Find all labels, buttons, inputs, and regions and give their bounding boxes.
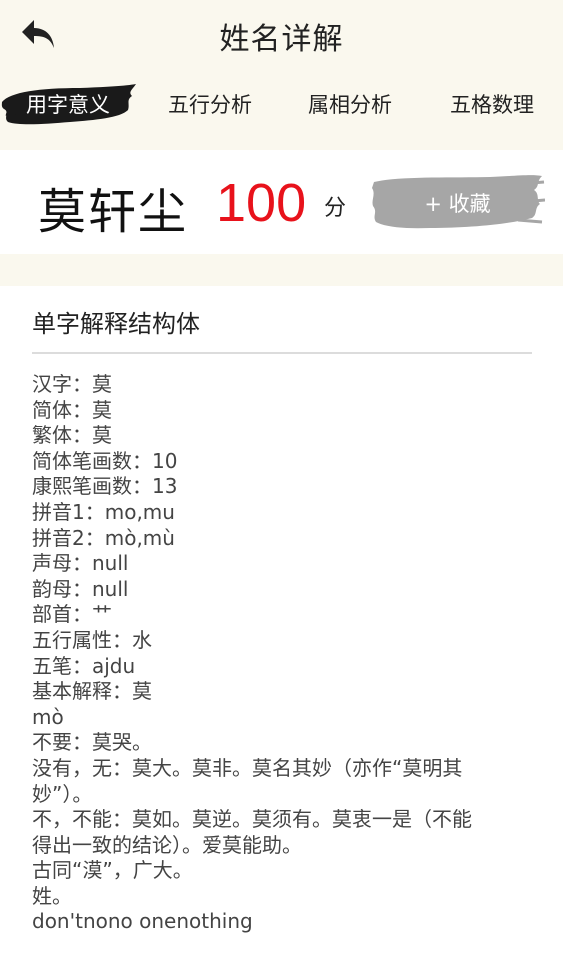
score-value: 100 — [216, 173, 307, 233]
detail-line: 五行属性：水 — [32, 627, 152, 652]
tab-word-meaning-label: 用字意义 — [26, 93, 110, 117]
full-name: 莫轩尘 — [38, 184, 189, 240]
detail-line: 不，不能：莫如。莫逆。莫须有。莫衷一是（不能 — [32, 807, 472, 832]
detail-line: 简体：莫 — [32, 397, 112, 422]
favorite-button[interactable]: + 收藏 — [370, 172, 545, 232]
detail-line: 没有，无：莫大。莫非。莫名其妙（亦作“莫明其 — [32, 755, 463, 780]
detail-line: mò — [32, 704, 64, 729]
detail-line: don'tnono onenothing — [32, 909, 253, 934]
tab-word-meaning[interactable]: 用字意义 — [0, 82, 140, 128]
detail-line: 不要：莫哭。 — [32, 730, 152, 755]
tab-zodiac[interactable]: 属相分析 — [308, 88, 392, 122]
tab-five-elements[interactable]: 五行分析 — [168, 88, 252, 122]
detail-line: 得出一致的结论）。爱莫能助。 — [32, 832, 302, 857]
detail-line: 康熙笔画数：13 — [32, 474, 178, 499]
detail-line: 繁体：莫 — [32, 423, 112, 448]
tab-five-elements-label: 五行分析 — [168, 93, 252, 117]
detail-line: 拼音1：mo,mu — [32, 499, 175, 524]
detail-line: 声母：null — [32, 551, 129, 576]
detail-line: 简体笔画数：10 — [32, 448, 178, 473]
detail-line: 韵母：null — [32, 576, 129, 601]
detail-line: 五笔：ajdu — [32, 653, 136, 678]
tab-zodiac-label: 属相分析 — [308, 93, 392, 117]
favorite-button-label: + 收藏 — [424, 192, 491, 216]
divider — [32, 352, 532, 354]
section-title: 单字解释结构体 — [32, 310, 200, 338]
detail-line: 古同“漠”，广大。 — [32, 858, 193, 883]
detail-line: 拼音2：mò,mù — [32, 525, 175, 550]
tab-bar: 用字意义 五行分析 属相分析 五格数理 — [0, 80, 563, 128]
top-bar: 姓名详解 — [0, 0, 563, 70]
detail-line: 姓。 — [32, 883, 72, 908]
detail-line: 基本解释：莫 — [32, 679, 152, 704]
tab-five-grids-label: 五格数理 — [450, 93, 534, 117]
score-unit: 分 — [324, 196, 347, 221]
detail-lines: 汉字：莫 简体：莫 繁体：莫 简体笔画数：10 康熙笔画数：13 拼音1：mo,… — [32, 372, 532, 935]
tab-five-grids[interactable]: 五格数理 — [450, 88, 534, 122]
detail-line: 汉字：莫 — [32, 372, 112, 396]
character-detail-panel: 单字解释结构体 汉字：莫 简体：莫 繁体：莫 简体笔画数：10 康熙笔画数：13… — [0, 286, 563, 960]
name-score-card: 莫轩尘 100 分 + 收藏 — [0, 150, 563, 254]
detail-line: 部首：艹 — [32, 602, 112, 627]
page-title: 姓名详解 — [219, 22, 344, 57]
detail-line: 妙”）。 — [32, 781, 93, 806]
